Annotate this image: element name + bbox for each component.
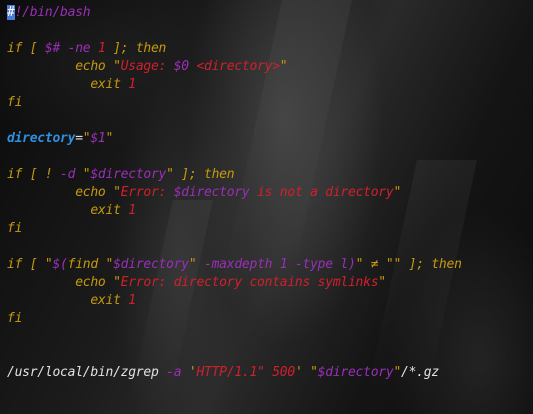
- code-line[interactable]: exit 1: [7, 292, 462, 310]
- code-line[interactable]: ​: [7, 238, 462, 256]
- code-line[interactable]: echo "Error: directory contains symlinks…: [7, 274, 462, 292]
- code-line[interactable]: ​: [7, 346, 462, 364]
- terminal-window[interactable]: #!/bin/bash​if [ $# -ne 1 ]; then echo "…: [0, 0, 533, 414]
- code-line[interactable]: ​: [7, 148, 462, 166]
- code-line[interactable]: fi: [7, 310, 462, 328]
- code-line[interactable]: directory="$1": [7, 130, 462, 148]
- code-line[interactable]: echo "Error: $directory is not a directo…: [7, 184, 462, 202]
- code-line[interactable]: if [ "$(find "$directory" -maxdepth 1 -t…: [7, 256, 462, 274]
- code-line[interactable]: if [ ! -d "$directory" ]; then: [7, 166, 462, 184]
- shebang: !/bin/bash: [14, 5, 91, 20]
- code-line[interactable]: ​: [7, 112, 462, 130]
- code-line[interactable]: echo "Usage: $0 <directory>": [7, 58, 462, 76]
- code-editor[interactable]: #!/bin/bash​if [ $# -ne 1 ]; then echo "…: [7, 4, 462, 382]
- code-line[interactable]: exit 1: [7, 76, 462, 94]
- code-line[interactable]: /usr/local/bin/zgrep -a 'HTTP/1.1" 500' …: [7, 364, 462, 382]
- code-line[interactable]: fi: [7, 220, 462, 238]
- code-line[interactable]: exit 1: [7, 202, 462, 220]
- text-cursor: #: [7, 5, 15, 20]
- code-line[interactable]: ​: [7, 22, 462, 40]
- code-line[interactable]: fi: [7, 94, 462, 112]
- code-line[interactable]: #!/bin/bash: [7, 4, 462, 22]
- code-line[interactable]: ​: [7, 328, 462, 346]
- code-line[interactable]: if [ $# -ne 1 ]; then: [7, 40, 462, 58]
